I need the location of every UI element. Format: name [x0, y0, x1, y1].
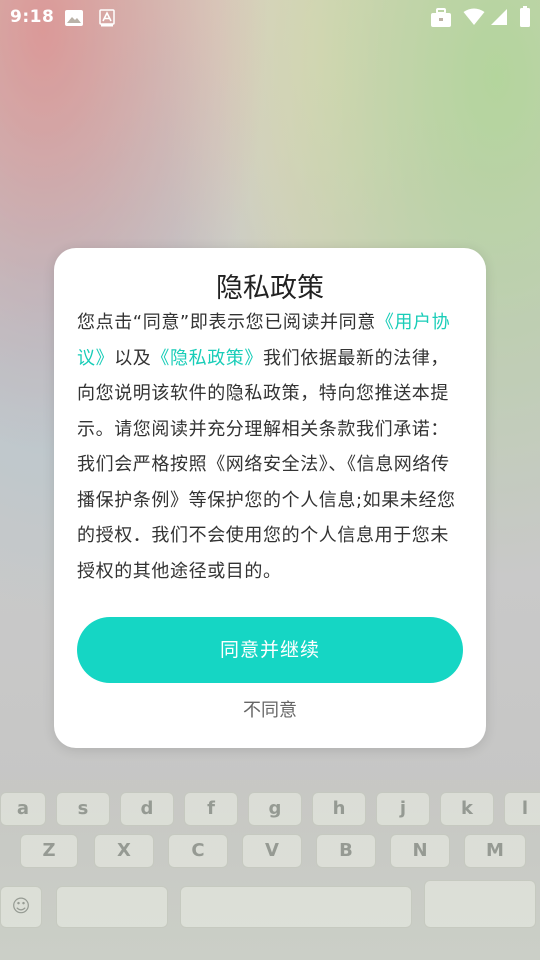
- background-key: [56, 886, 168, 928]
- background-key: s: [56, 792, 110, 826]
- background-key: k: [440, 792, 494, 826]
- background-keyboard-image: a s d f g h j k l Z X C V B N M ☺: [0, 780, 540, 960]
- background-key: d: [120, 792, 174, 826]
- screen: a s d f g h j k l Z X C V B N M ☺ 9:18 隐…: [0, 0, 540, 960]
- background-key: h: [312, 792, 366, 826]
- background-key: [424, 880, 536, 928]
- background-key: B: [316, 834, 376, 868]
- background-key: g: [248, 792, 302, 826]
- status-bar: 9:18: [0, 0, 540, 36]
- background-key: l: [504, 792, 540, 826]
- background-key: ☺: [0, 886, 42, 928]
- background-key: N: [390, 834, 450, 868]
- body-text-and: 以及: [114, 347, 152, 369]
- battery-icon: [519, 6, 531, 32]
- wifi-icon: [463, 8, 485, 30]
- background-key: a: [0, 792, 46, 826]
- body-text-intro: 您点击“同意”即表示您已阅读并同意: [77, 312, 376, 333]
- signal-icon: [490, 8, 508, 30]
- dialog-body-text: 您点击“同意”即表示您已阅读并同意《用户协议》以及《隐私政策》我们依据最新的法律…: [77, 305, 467, 589]
- background-key: [180, 886, 412, 928]
- background-key: V: [242, 834, 302, 868]
- body-text-main: 我们依据最新的法律，向您说明该软件的隐私政策，特向您推送本提示。请您阅读并充分理…: [77, 347, 456, 582]
- a-font-icon: [99, 9, 115, 31]
- briefcase-icon: [430, 8, 452, 32]
- agree-and-continue-button[interactable]: 同意并继续: [77, 617, 463, 683]
- background-key: f: [184, 792, 238, 826]
- dialog-title: 隐私政策: [216, 273, 324, 304]
- background-key: M: [464, 834, 526, 868]
- privacy-policy-dialog: 隐私政策 您点击“同意”即表示您已阅读并同意《用户协议》以及《隐私政策》我们依据…: [54, 248, 486, 748]
- background-key: C: [168, 834, 228, 868]
- status-time: 9:18: [10, 7, 55, 27]
- background-key: X: [94, 834, 154, 868]
- privacy-policy-link[interactable]: 《隐私政策》: [151, 348, 263, 369]
- image-icon: [64, 9, 84, 31]
- disagree-button[interactable]: 不同意: [220, 696, 320, 726]
- background-key: Z: [20, 834, 78, 868]
- background-key: j: [376, 792, 430, 826]
